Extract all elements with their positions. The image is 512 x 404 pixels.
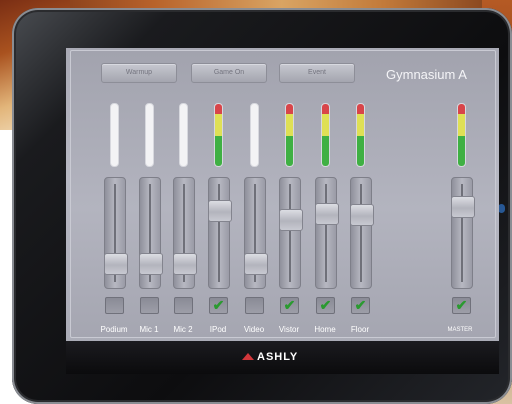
footer-bar: ASHLY (66, 341, 499, 374)
channel-2-label: Mic 2 (173, 325, 193, 334)
channel-5-fader-slot (289, 184, 291, 282)
brand-name: ASHLY (257, 351, 299, 363)
channel-5-fader-knob[interactable] (279, 209, 303, 231)
channel-6-fader-knob[interactable] (315, 203, 339, 225)
channel-1-fader-knob[interactable] (139, 253, 163, 275)
checkmark-icon: ✔ (354, 297, 367, 313)
channel-5-meter-red (286, 104, 293, 114)
channel-7-meter-red (357, 104, 364, 114)
channel-7-fader[interactable] (350, 177, 374, 289)
camera-dot (498, 204, 505, 213)
channel-0-enable-checkbox[interactable] (105, 297, 124, 314)
master-fader[interactable] (451, 177, 475, 289)
master-enable-checkbox[interactable]: ✔ (452, 297, 471, 314)
channel-0-fader-knob[interactable] (104, 253, 128, 275)
channel-6-fader-slot (325, 184, 327, 282)
channel-7-meter (356, 103, 365, 167)
channel-5-meter (285, 103, 294, 167)
channel-7-meter-green (357, 136, 364, 166)
channel-6-enable-checkbox[interactable]: ✔ (316, 297, 335, 314)
checkmark-icon: ✔ (212, 297, 225, 313)
master-meter-red (458, 104, 465, 114)
channel-3-meter-yellow (215, 114, 222, 136)
mixer-screen: Warmup Game On Event Gymnasium A Podium M… (66, 48, 499, 374)
channel-3-fader-knob[interactable] (208, 200, 232, 222)
mixer-panel: Warmup Game On Event Gymnasium A Podium M… (70, 50, 496, 338)
checkmark-icon: ✔ (283, 297, 296, 313)
channel-4-fader[interactable] (244, 177, 268, 289)
channel-0-meter (110, 103, 119, 167)
preset-button-game-on[interactable]: Game On (191, 63, 267, 83)
channel-3-meter (214, 103, 223, 167)
channel-4-label: Video (243, 325, 265, 334)
master-meter (457, 103, 466, 167)
channel-2-meter (179, 103, 188, 167)
channel-7-fader-slot (360, 184, 362, 282)
channel-5-label: Vistor (278, 325, 300, 334)
channel-7-enable-checkbox[interactable]: ✔ (351, 297, 370, 314)
channel-6-fader[interactable] (315, 177, 339, 289)
channel-6-meter-green (322, 136, 329, 166)
channel-6-meter-red (322, 104, 329, 114)
checkmark-icon: ✔ (455, 297, 468, 313)
master-meter-green (458, 136, 465, 166)
channel-3-meter-green (215, 136, 222, 166)
channel-4-fader-knob[interactable] (244, 253, 268, 275)
channel-3-label: IPod (209, 325, 227, 334)
tablet-device: Warmup Game On Event Gymnasium A Podium M… (12, 8, 512, 404)
channel-5-meter-green (286, 136, 293, 166)
channel-3-fader-slot (218, 184, 220, 282)
channel-2-enable-checkbox[interactable] (174, 297, 193, 314)
channel-1-enable-checkbox[interactable] (140, 297, 159, 314)
channel-0-label: Podium (100, 325, 128, 334)
channel-4-meter (250, 103, 259, 167)
checkmark-icon: ✔ (319, 297, 332, 313)
channel-5-enable-checkbox[interactable]: ✔ (280, 297, 299, 314)
master-label: MASTER (447, 327, 473, 333)
master-meter-yellow (458, 114, 465, 136)
channel-7-label: Floor (350, 325, 370, 334)
channel-6-label: Home (314, 325, 336, 334)
channel-2-fader-knob[interactable] (173, 253, 197, 275)
channel-3-enable-checkbox[interactable]: ✔ (209, 297, 228, 314)
preset-button-warmup[interactable]: Warmup (101, 63, 177, 83)
preset-button-event[interactable]: Event (279, 63, 355, 83)
room-title: Gymnasium A (386, 67, 467, 82)
brand-logo: ASHLY (242, 351, 298, 363)
channel-1-meter (145, 103, 154, 167)
channel-7-fader-knob[interactable] (350, 204, 374, 226)
channel-6-meter-yellow (322, 114, 329, 136)
channel-3-meter-red (215, 104, 222, 114)
channel-4-enable-checkbox[interactable] (245, 297, 264, 314)
channel-1-fader[interactable] (139, 177, 163, 289)
channel-5-fader[interactable] (279, 177, 303, 289)
master-fader-knob[interactable] (451, 196, 475, 218)
channel-0-fader[interactable] (104, 177, 128, 289)
ashly-logo-icon (242, 353, 254, 360)
channel-2-fader[interactable] (173, 177, 197, 289)
channel-5-meter-yellow (286, 114, 293, 136)
channel-7-meter-yellow (357, 114, 364, 136)
channel-6-meter (321, 103, 330, 167)
channel-3-fader[interactable] (208, 177, 232, 289)
